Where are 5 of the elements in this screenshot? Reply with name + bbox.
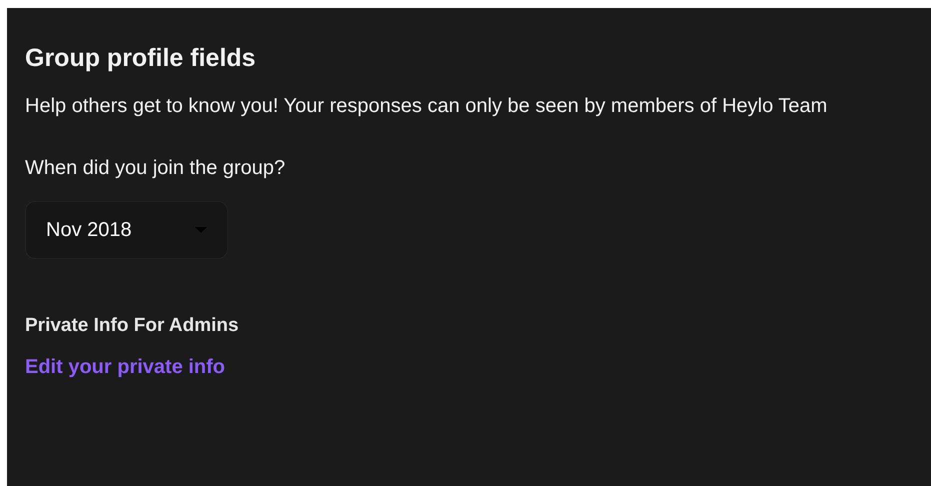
question-label: When did you join the group?: [25, 156, 286, 181]
month-dropdown[interactable]: Nov 2018: [25, 201, 228, 259]
edit-private-info-link[interactable]: Edit your private info: [25, 356, 226, 379]
description-text: Help others get to know you! Your responses can only be seen by members of Heylo Team: [25, 94, 828, 119]
section-heading: Private Info For Admins: [25, 314, 240, 338]
